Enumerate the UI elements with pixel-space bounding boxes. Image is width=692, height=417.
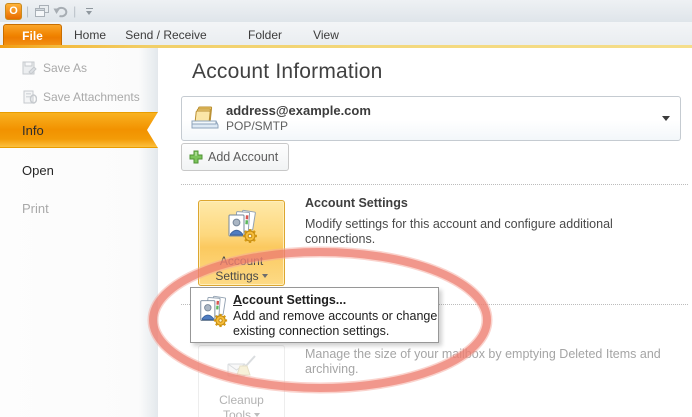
sidebar-item-open[interactable]: Open [0,160,158,180]
description-line: Modify settings for this account and con… [305,217,613,232]
account-email: address@example.com [226,103,371,118]
cleanup-tools-button[interactable]: Cleanup Tools [198,345,285,417]
description-line: connections. [305,232,613,247]
section-divider [181,184,688,185]
plus-icon [189,150,203,164]
mailbox-cleanup-description: Manage the size of your mailbox by empty… [305,347,661,377]
card-file-icon [190,104,220,130]
tab-send-receive[interactable]: Send / Receive [118,24,214,46]
description-line: Manage the size of your mailbox by empty… [305,347,661,362]
tab-folder[interactable]: Folder [238,24,292,46]
gear-icon [243,229,257,243]
separator: | [26,4,29,18]
outlook-app-icon[interactable]: O [5,3,22,20]
dropdown-caret-icon [262,274,268,278]
sidebar-item-label: Save Attachments [43,90,140,104]
chevron-down-icon [86,11,92,15]
button-label-line1: Cleanup [199,393,284,408]
menu-item-account-settings[interactable]: Account Settings... [233,293,346,307]
add-account-label: Add Account [208,150,278,164]
menu-item-description-line: existing connection settings. [233,324,389,339]
cleanup-broom-icon [226,354,258,384]
button-label-line2: Tools [223,408,251,417]
selection-arrow-notch [147,112,158,148]
account-settings-button[interactable]: Account Settings [198,200,285,286]
account-settings-heading: Account Settings [305,196,408,210]
sidebar-item-label: Open [22,163,54,178]
separator: | [73,4,76,18]
bar [86,8,93,9]
button-label-line1: Account [199,254,284,269]
sidebar-item-save-as[interactable]: Save As [0,58,158,78]
account-protocol: POP/SMTP [226,119,288,133]
account-settings-dropdown-menu: Account Settings... Add and remove accou… [190,287,439,343]
contact-cards-gear-icon [225,209,259,245]
add-account-button[interactable]: Add Account [181,143,289,171]
customize-quick-access-icon[interactable] [80,3,98,19]
description-line: archiving. [305,362,661,377]
outlook-backstage-window: O | | File Home Send / Receive Folder Vi… [0,0,692,417]
save-as-icon [22,61,37,75]
save-attachments-icon [22,90,37,104]
window-icon [35,5,49,18]
backstage-sidebar: Save As Save Attachments Info Open Print [0,48,158,417]
sidebar-item-print[interactable]: Print [0,198,158,218]
titlebar: O | | [0,0,692,22]
menu-item-label: ccount Settings... [242,293,346,307]
contact-cards-gear-icon [197,294,229,330]
undo-icon [53,5,68,18]
undo-icon[interactable] [51,3,69,19]
button-label-line2: Settings [215,269,258,283]
accelerator-letter: A [233,293,242,307]
sidebar-item-info-selected[interactable]: Info [0,112,158,148]
account-settings-description: Modify settings for this account and con… [305,217,613,247]
dropdown-caret-icon [254,413,260,417]
menu-item-description-line: Add and remove accounts or change [233,309,437,324]
sidebar-item-save-attachments[interactable]: Save Attachments [0,87,158,107]
sidebar-item-label: Save As [43,61,87,75]
tab-home[interactable]: Home [66,24,114,46]
window-icon[interactable] [33,3,51,19]
gear-icon [214,314,227,327]
sidebar-item-label: Print [22,201,49,216]
sidebar-item-label: Info [22,123,44,138]
page-title: Account Information [192,60,383,84]
account-selector-dropdown[interactable]: address@example.com POP/SMTP [181,96,681,141]
tab-view[interactable]: View [302,24,350,46]
chevron-down-icon[interactable] [662,116,670,121]
